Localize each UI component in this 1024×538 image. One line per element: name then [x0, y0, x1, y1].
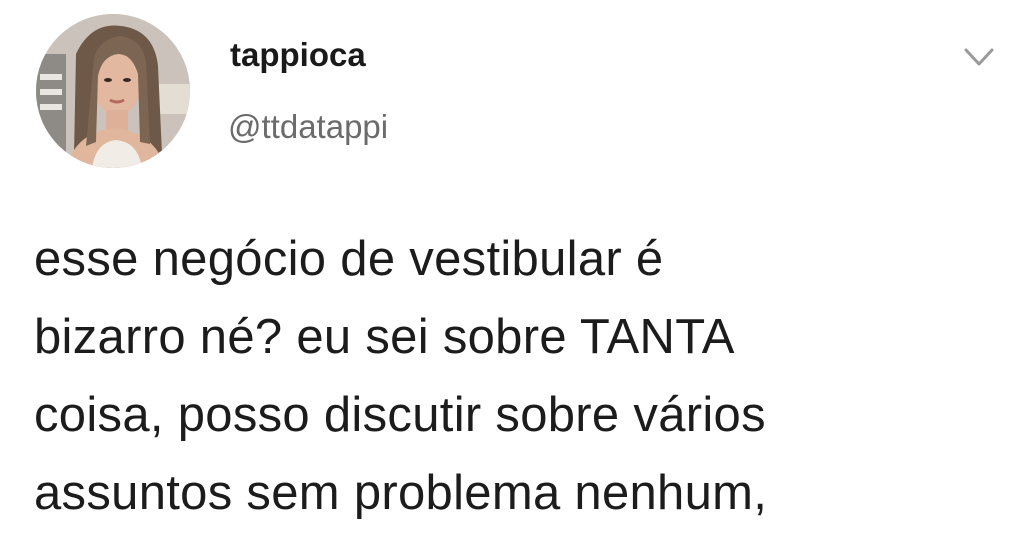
avatar[interactable]	[36, 14, 190, 168]
tweet-text-line: coisa, posso discutir sobre vários	[34, 388, 766, 442]
tweet-text-line: assuntos sem problema nenhum,	[34, 466, 768, 520]
tweet-text-line: bizarro né? eu sei sobre TANTA	[34, 310, 735, 364]
tweet-card: tappioca @ttdatappi esse negócio de vest…	[0, 0, 1024, 538]
tweet-text: esse negócio de vestibular é bizarro né?…	[34, 220, 1004, 532]
tweet-text-line: esse negócio de vestibular é	[34, 232, 664, 286]
chevron-down-icon[interactable]	[962, 44, 996, 70]
author-handle[interactable]: @ttdatappi	[228, 108, 388, 146]
profile-photo-icon	[36, 14, 190, 168]
author-display-name[interactable]: tappioca	[230, 36, 366, 74]
